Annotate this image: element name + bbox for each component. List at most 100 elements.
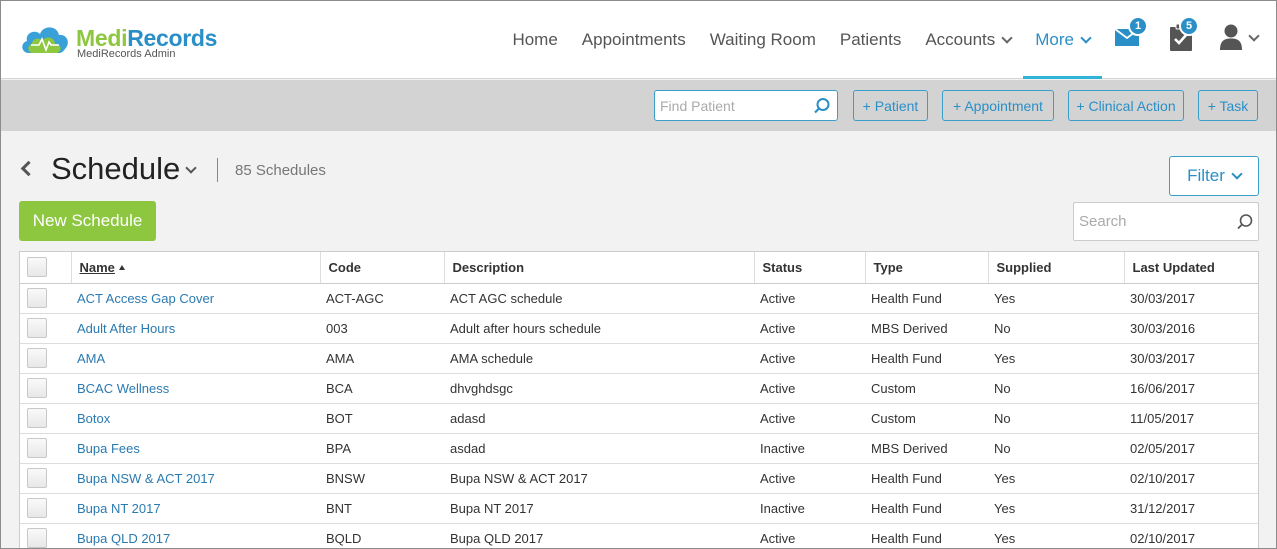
chevron-down-icon[interactable] [185, 162, 197, 174]
column-header-status[interactable]: Status [754, 252, 866, 284]
row-checkbox[interactable] [27, 378, 47, 398]
new-schedule-button[interactable]: New Schedule [19, 201, 156, 241]
schedule-search-input[interactable] [1074, 203, 1224, 240]
cell-type: Custom [865, 373, 988, 404]
nav-patients[interactable]: Patients [828, 1, 913, 79]
row-checkbox[interactable] [27, 288, 47, 308]
nav-appointments-label: Appointments [581, 30, 686, 49]
cell-description: dhvghdsgc [444, 373, 754, 404]
add-patient-button[interactable]: + Patient [853, 90, 928, 121]
messages-button[interactable]: 1 [1114, 16, 1148, 53]
nav-accounts[interactable]: Accounts [913, 1, 1023, 79]
cell-supplied: Yes [988, 283, 1124, 314]
cell-name[interactable]: Botox [71, 403, 320, 434]
cell-name[interactable]: AMA [71, 343, 320, 374]
cell-type: Health Fund [865, 523, 988, 548]
tasks-button[interactable]: 5 [1169, 16, 1199, 53]
row-checkbox[interactable] [27, 468, 47, 488]
back-chevron-icon[interactable] [20, 160, 37, 177]
nav-appointments[interactable]: Appointments [570, 1, 698, 79]
cell-name[interactable]: Bupa Fees [71, 433, 320, 464]
cell-description: Bupa NT 2017 [444, 493, 754, 524]
row-checkbox[interactable] [27, 348, 47, 368]
row-checkbox[interactable] [27, 498, 47, 518]
table-row[interactable]: AMA AMA AMA schedule Active Health Fund Yes 30… [20, 343, 1258, 374]
add-appointment-button[interactable]: + Appointment [942, 90, 1054, 121]
cell-supplied: Yes [988, 343, 1124, 374]
column-header-name-label: Name [79, 259, 115, 275]
row-checkbox[interactable] [27, 408, 47, 428]
brand-logo[interactable]: MediRecords MediRecords Admin [19, 21, 239, 65]
find-patient-input[interactable] [655, 91, 805, 120]
column-header-name[interactable]: Name [71, 252, 321, 284]
select-all-checkbox[interactable] [27, 257, 47, 278]
row-checkbox[interactable] [27, 528, 47, 548]
table-row[interactable]: Bupa Fees BPA asdad Inactive MBS Derived No 02… [20, 433, 1258, 464]
table-row[interactable]: ACT Access Gap Cover ACT-AGC ACT AGC sched… [20, 283, 1258, 314]
table-row[interactable]: Bupa NT 2017 BNT Bupa NT 2017 Inactive Healt… [20, 493, 1258, 524]
cell-type: MBS Derived [865, 313, 988, 344]
chevron-down-icon [1231, 167, 1243, 180]
table-row[interactable]: BCAC Wellness BCA dhvghdsgc Active Custom No 1… [20, 373, 1258, 404]
search-icon[interactable] [813, 97, 831, 115]
user-menu-button[interactable] [1219, 23, 1263, 53]
schedule-table: Name Code Description Status Type Suppli… [19, 251, 1259, 548]
cell-status: Active [754, 343, 865, 374]
cell-supplied: Yes [988, 493, 1124, 524]
nav-more[interactable]: More [1023, 1, 1102, 79]
schedule-search-box [1073, 202, 1259, 241]
column-header-supplied[interactable]: Supplied [988, 252, 1125, 284]
cell-name[interactable]: Adult After Hours [71, 313, 320, 344]
chevron-down-icon [1248, 30, 1260, 42]
cell-code: BOT [320, 403, 444, 434]
row-select-cell [20, 493, 71, 524]
page-title[interactable]: Schedule [51, 151, 180, 187]
column-header-type[interactable]: Type [865, 252, 989, 284]
cell-description: AMA schedule [444, 343, 754, 374]
cell-type: MBS Derived [865, 433, 988, 464]
find-patient-box [654, 90, 838, 121]
select-all-cell [20, 252, 72, 284]
column-header-description[interactable]: Description [444, 252, 755, 284]
search-icon[interactable] [1236, 213, 1254, 231]
row-checkbox[interactable] [27, 438, 47, 458]
cell-last-updated: 31/12/2017 [1124, 493, 1258, 524]
add-clinical-action-button[interactable]: + Clinical Action [1068, 90, 1184, 121]
title-divider [217, 158, 218, 182]
cell-name[interactable]: BCAC Wellness [71, 373, 320, 404]
cell-status: Active [754, 523, 865, 548]
cell-name[interactable]: Bupa QLD 2017 [71, 523, 320, 548]
cell-last-updated: 02/05/2017 [1124, 433, 1258, 464]
nav-waiting-room[interactable]: Waiting Room [698, 1, 828, 79]
main-nav: Home Appointments Waiting Room Patients … [500, 1, 1102, 79]
column-header-code[interactable]: Code [320, 252, 445, 284]
filter-button[interactable]: Filter [1169, 156, 1259, 196]
nav-accounts-label: Accounts [925, 30, 996, 49]
add-task-button[interactable]: + Task [1198, 90, 1258, 121]
cell-name[interactable]: Bupa NSW & ACT 2017 [71, 463, 320, 494]
brand-subtitle: MediRecords Admin [77, 48, 176, 60]
cell-type: Health Fund [865, 463, 988, 494]
column-header-last-updated[interactable]: Last Updated [1124, 252, 1258, 284]
nav-home[interactable]: Home [500, 1, 569, 79]
cell-supplied: Yes [988, 463, 1124, 494]
table-row[interactable]: Bupa QLD 2017 BQLD Bupa QLD 2017 Active Heal… [20, 523, 1258, 548]
row-checkbox[interactable] [27, 318, 47, 338]
row-select-cell [20, 283, 71, 314]
table-row[interactable]: Bupa NSW & ACT 2017 BNSW Bupa NSW & ACT 20… [20, 463, 1258, 494]
cell-status: Inactive [754, 433, 865, 464]
cell-status: Active [754, 373, 865, 404]
cell-code: BNSW [320, 463, 444, 494]
schedule-grid: Name Code Description Status Type Suppli… [20, 252, 1258, 548]
cell-supplied: Yes [988, 523, 1124, 548]
cell-type: Health Fund [865, 493, 988, 524]
cell-name[interactable]: ACT Access Gap Cover [71, 283, 320, 314]
table-row[interactable]: Adult After Hours 003 Adult after hours sc… [20, 313, 1258, 344]
action-bar: + Patient + Appointment + Clinical Actio… [1, 80, 1276, 131]
table-body: ACT Access Gap Cover ACT-AGC ACT AGC sched… [20, 283, 1258, 548]
table-row[interactable]: Botox BOT adasd Active Custom No 11/05/2017 [20, 403, 1258, 434]
cell-name[interactable]: Bupa NT 2017 [71, 493, 320, 524]
cell-status: Active [754, 403, 865, 434]
cell-description: ACT AGC schedule [444, 283, 754, 314]
tasks-badge: 5 [1179, 16, 1199, 36]
